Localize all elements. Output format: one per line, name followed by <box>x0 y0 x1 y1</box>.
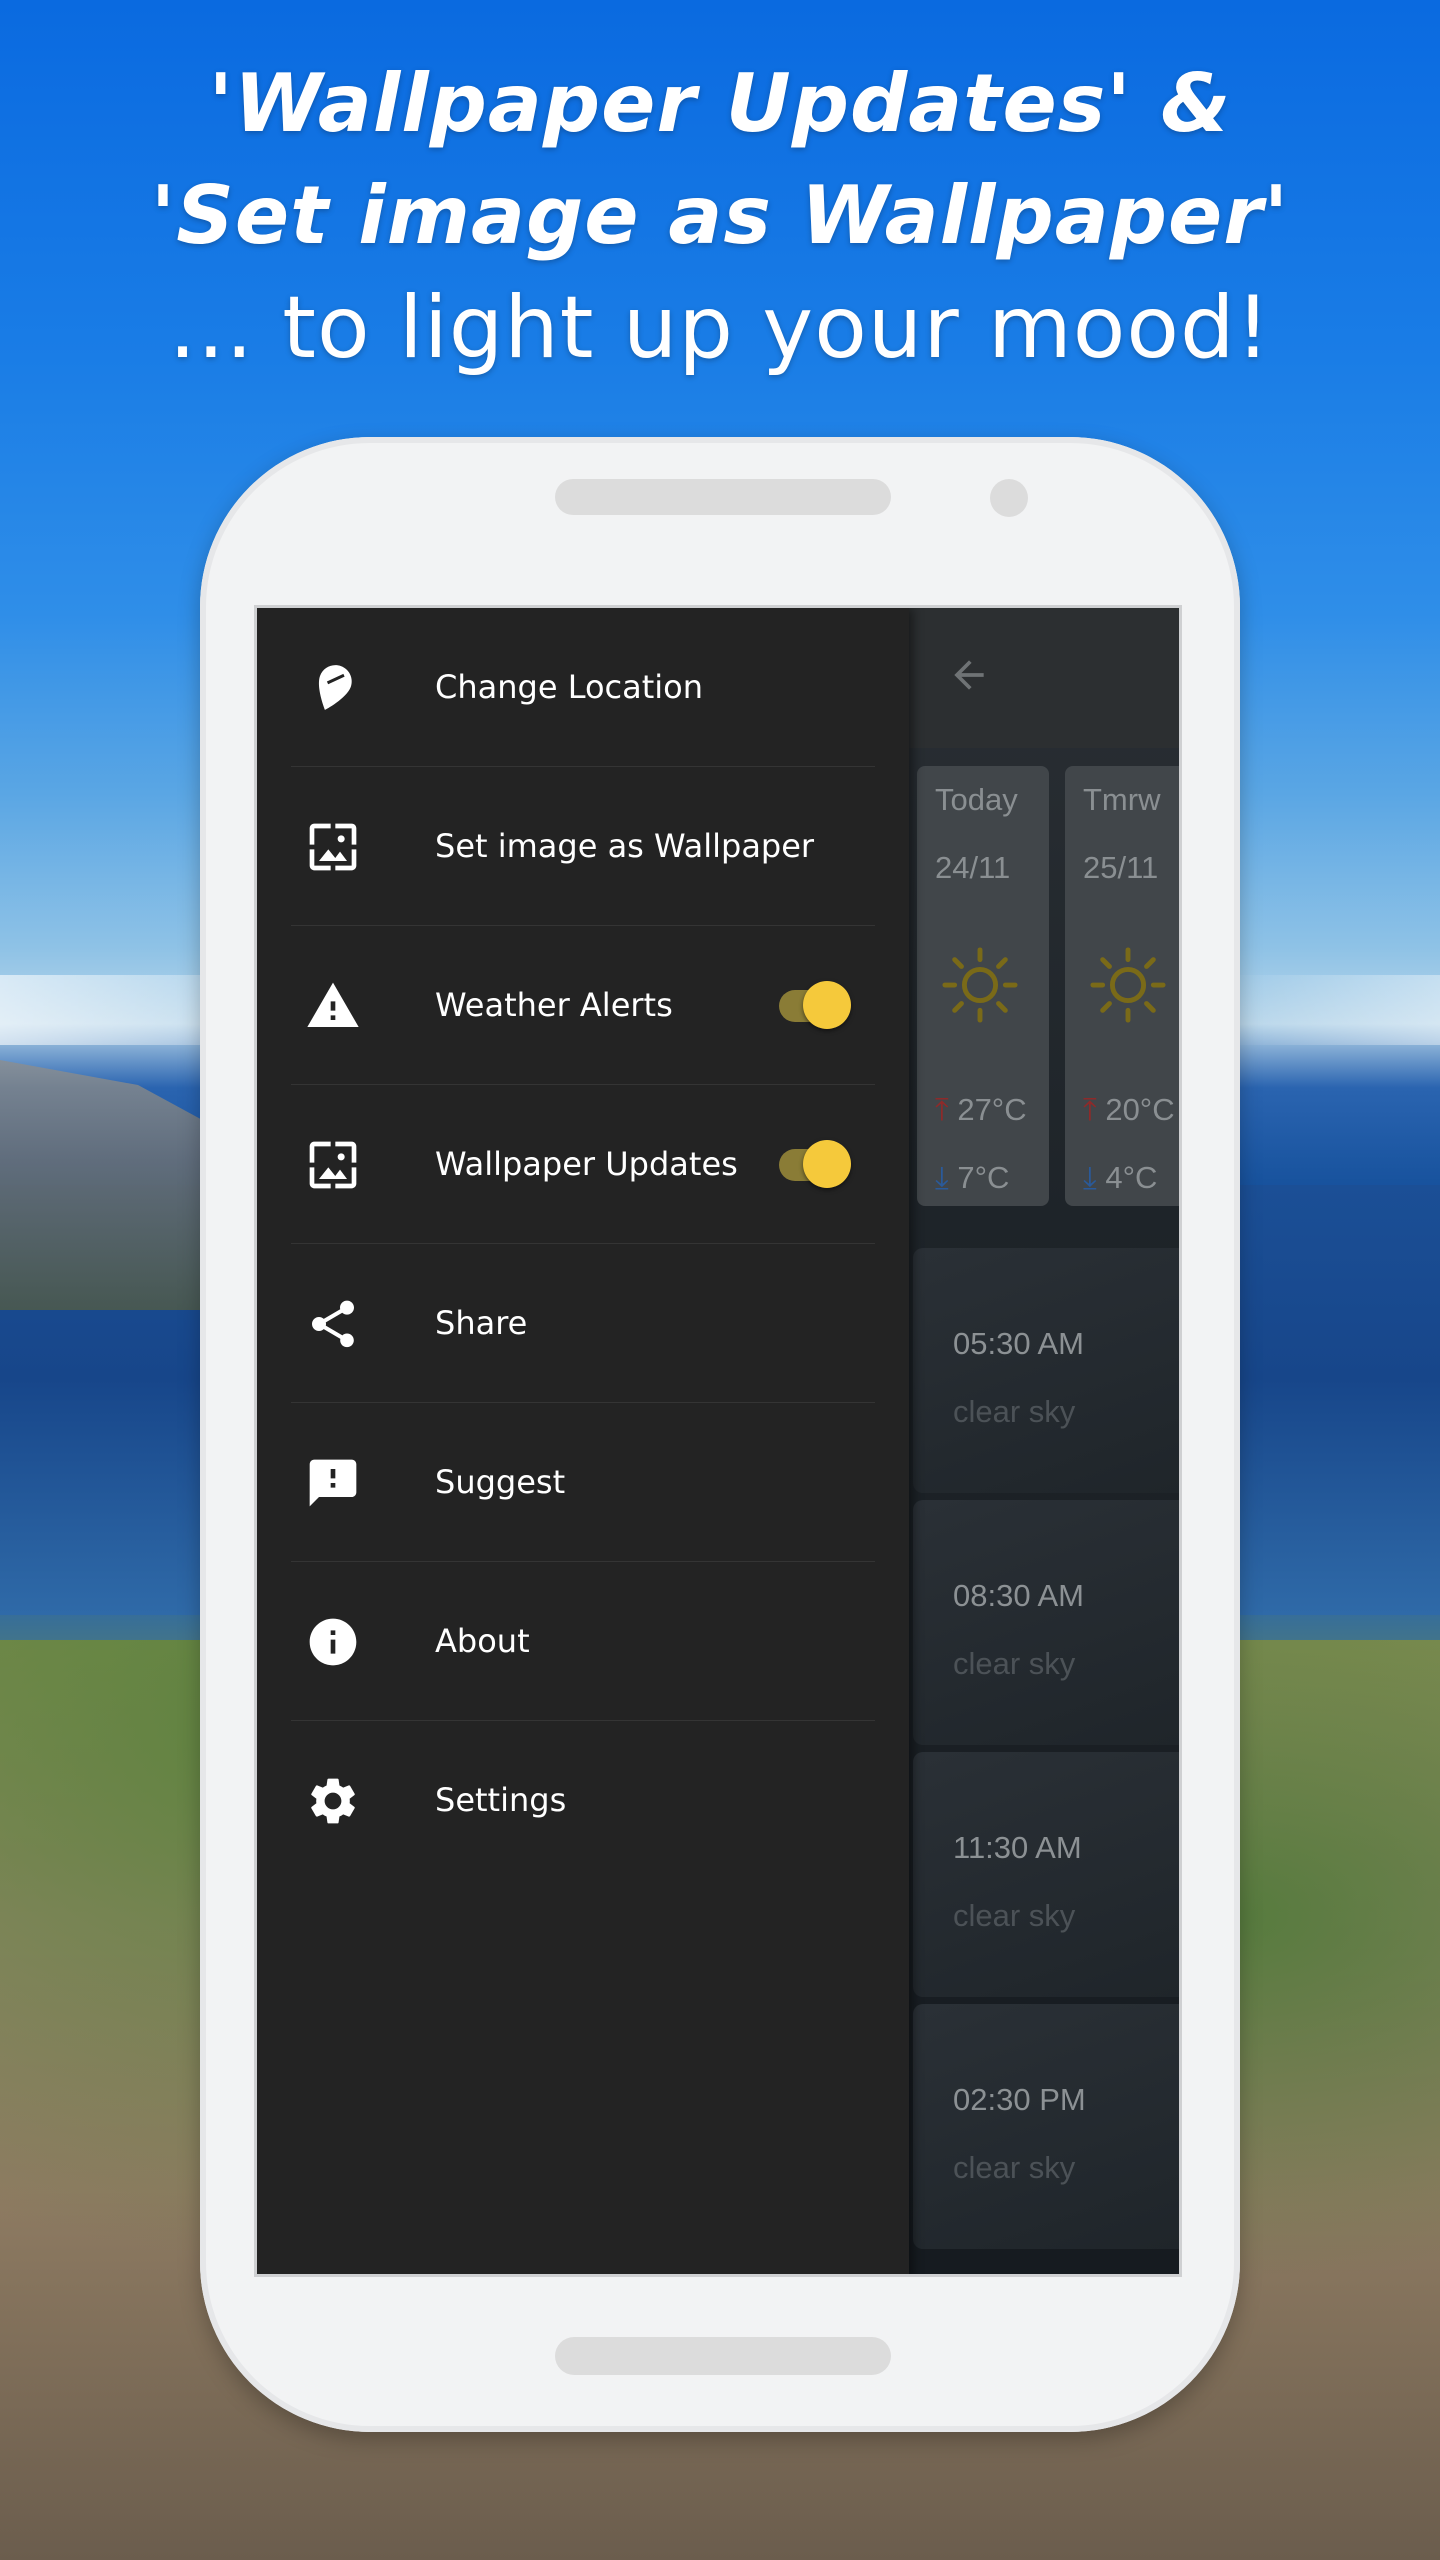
share-icon <box>312 1300 354 1348</box>
menu-item-label: Suggest <box>435 1463 566 1501</box>
high-temp-value: 27°C <box>957 1092 1027 1127</box>
menu-item-change-location[interactable]: Change Location <box>257 608 909 767</box>
hourly-card[interactable]: 02:30 PM clear sky <box>913 2004 1179 2249</box>
hourly-condition: clear sky <box>953 2150 1076 2185</box>
menu-item-label: Change Location <box>435 668 704 706</box>
hourly-card[interactable]: 11:30 AM clear sky <box>913 1752 1179 1997</box>
promo-line-1: 'Wallpaper Updates' & <box>208 57 1232 150</box>
promo-line-3: ... to light up your mood! <box>168 278 1272 378</box>
hourly-time: 11:30 AM <box>953 1830 1082 1865</box>
hourly-condition: clear sky <box>953 1394 1076 1429</box>
navigation-drawer: Change Location Set image as Wallpaper W… <box>257 608 909 2274</box>
phone-speaker <box>555 479 891 515</box>
phone-frame: Today 24/11 ⤒ 27°C ⤓ 7°C Tmrw 25/11 ⤒ 20… <box>200 437 1240 2432</box>
menu-item-label: Share <box>435 1304 528 1342</box>
warning-icon <box>307 982 359 1027</box>
high-arrow-icon: ⤒ <box>1083 1092 1097 1127</box>
high-temp-value: 20°C <box>1105 1092 1175 1127</box>
high-arrow-icon: ⤒ <box>935 1092 949 1127</box>
menu-item-label: Settings <box>435 1781 567 1819</box>
low-temp-value: 4°C <box>1105 1160 1158 1195</box>
menu-item-wallpaper-updates[interactable]: Wallpaper Updates <box>257 1085 909 1244</box>
menu-item-label: Set image as Wallpaper <box>435 827 815 865</box>
wallpaper-icon <box>309 823 357 871</box>
day-label: Tmrw <box>1083 782 1161 817</box>
feedback-icon <box>309 1459 357 1507</box>
menu-item-settings[interactable]: Settings <box>257 1721 909 1880</box>
hourly-condition: clear sky <box>953 1646 1076 1681</box>
menu-item-weather-alerts[interactable]: Weather Alerts <box>257 926 909 1085</box>
promo-line-2: 'Set image as Wallpaper' <box>150 169 1290 262</box>
day-date: 25/11 <box>1083 850 1159 885</box>
promo-headline: 'Wallpaper Updates' & 'Set image as Wall… <box>0 48 1440 384</box>
hourly-condition: clear sky <box>953 1898 1076 1933</box>
menu-item-about[interactable]: About <box>257 1562 909 1721</box>
toggle-thumb <box>803 981 851 1029</box>
menu-item-label: Weather Alerts <box>435 986 673 1024</box>
menu-item-set-wallpaper[interactable]: Set image as Wallpaper <box>257 767 909 926</box>
menu-item-label: Wallpaper Updates <box>435 1145 738 1183</box>
low-temp: ⤓ 4°C <box>1083 1160 1157 1197</box>
sun-icon <box>1090 947 1166 1023</box>
gear-icon <box>311 1778 355 1824</box>
high-temp: ⤒ 20°C <box>1083 1092 1175 1129</box>
phone-screen: Today 24/11 ⤒ 27°C ⤓ 7°C Tmrw 25/11 ⤒ 20… <box>254 605 1182 2277</box>
menu-item-suggest[interactable]: Suggest <box>257 1403 909 1562</box>
low-temp: ⤓ 7°C <box>935 1160 1009 1197</box>
low-arrow-icon: ⤓ <box>935 1160 949 1195</box>
phone-camera <box>990 479 1028 517</box>
day-label: Today <box>935 782 1018 817</box>
back-arrow-icon[interactable] <box>947 653 991 697</box>
low-arrow-icon: ⤓ <box>1083 1160 1097 1195</box>
sun-icon <box>942 947 1018 1023</box>
weather-alerts-toggle[interactable] <box>779 980 851 1032</box>
high-temp: ⤒ 27°C <box>935 1092 1027 1129</box>
location-pin-icon <box>319 665 352 710</box>
wallpaper-updates-toggle[interactable] <box>779 1139 851 1191</box>
day-date: 24/11 <box>935 850 1011 885</box>
hourly-time: 08:30 AM <box>953 1578 1084 1613</box>
low-temp-value: 7°C <box>957 1160 1010 1195</box>
hourly-card[interactable]: 05:30 AM clear sky <box>913 1248 1179 1493</box>
hourly-time: 02:30 PM <box>953 2082 1086 2117</box>
phone-home-button[interactable] <box>555 2337 891 2375</box>
day-card-today[interactable]: Today 24/11 ⤒ 27°C ⤓ 7°C <box>917 766 1049 1206</box>
day-card-tomorrow[interactable]: Tmrw 25/11 ⤒ 20°C ⤓ 4°C <box>1065 766 1179 1206</box>
menu-item-label: About <box>435 1622 530 1660</box>
menu-item-share[interactable]: Share <box>257 1244 909 1403</box>
info-icon <box>309 1618 357 1666</box>
wallpaper-icon <box>309 1141 357 1189</box>
hourly-time: 05:30 AM <box>953 1326 1084 1361</box>
background-cliff <box>0 1060 230 1310</box>
toggle-thumb <box>803 1140 851 1188</box>
hourly-card[interactable]: 08:30 AM clear sky <box>913 1500 1179 1745</box>
